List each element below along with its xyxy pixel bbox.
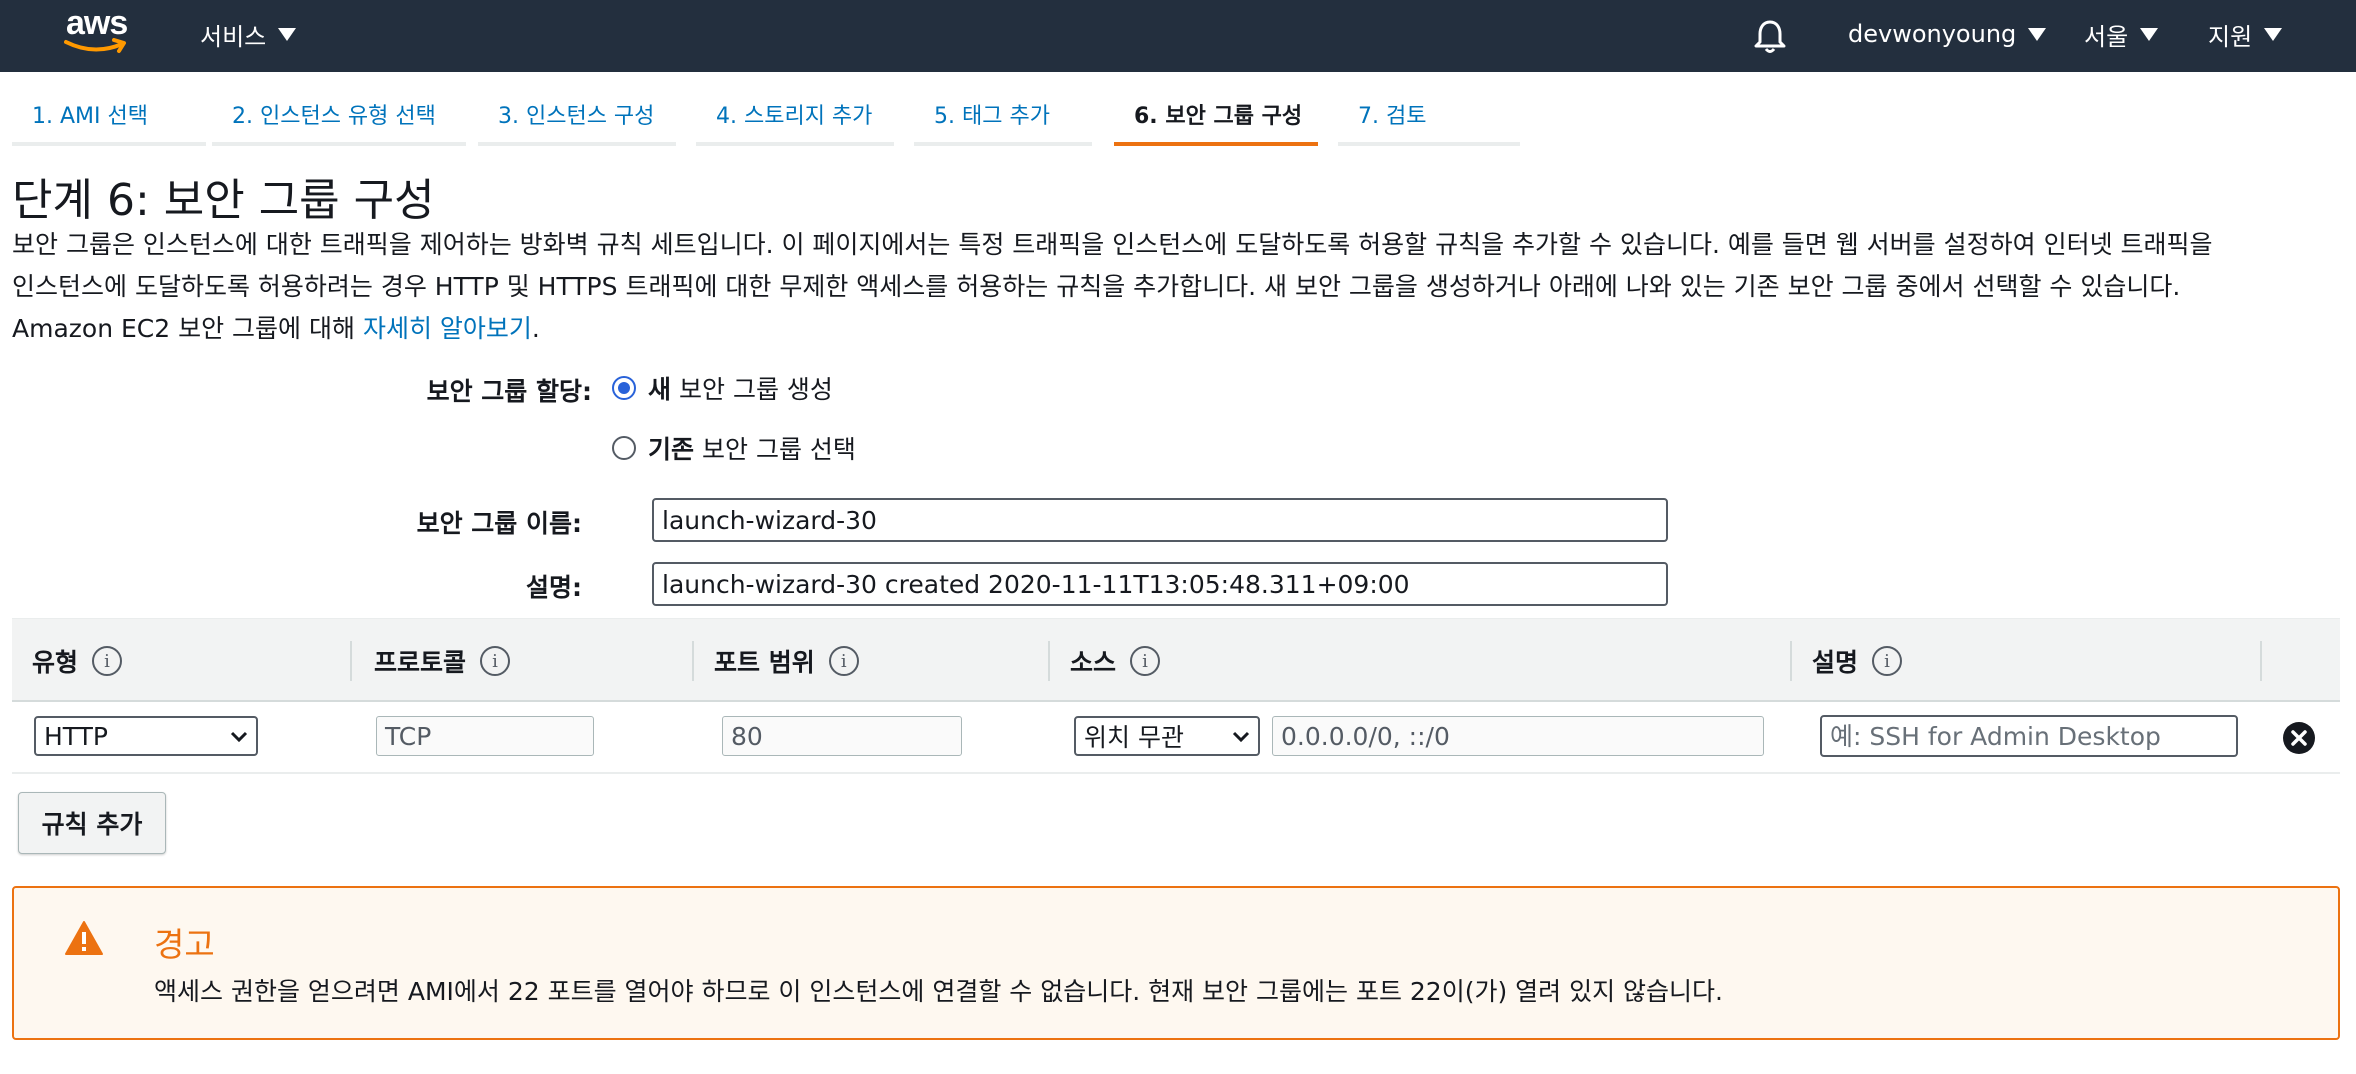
warning-message: 액세스 권한을 얻으려면 AMI에서 22 포트를 열어야 하므로 이 인스턴스… (154, 977, 1724, 1006)
services-menu[interactable]: 서비스 (200, 14, 297, 54)
protocol-value: TCP (385, 721, 432, 751)
source-type-value: 위치 무관 (1084, 723, 1184, 752)
col-description-header: 설명 i (1812, 619, 1903, 703)
top-navigation: aws 서비스 devwonyoung 서울 지원 (0, 0, 2356, 72)
description-input[interactable] (652, 562, 1668, 606)
option-select-existing-security-group[interactable]: 기존 보안 그룹 선택 (612, 430, 856, 466)
col-protocol-label: 프로토콜 (374, 648, 467, 677)
tab-review[interactable]: 7. 검토 (1338, 84, 1520, 146)
intro-line-3-text: Amazon EC2 보안 그룹에 대해 (12, 314, 363, 343)
tab-add-tags[interactable]: 5. 태그 추가 (914, 84, 1092, 146)
description-label: 설명: (526, 573, 582, 602)
option-new-text: 보안 그룹 생성 (679, 375, 833, 404)
source-type-select[interactable]: 위치 무관 (1074, 716, 1260, 756)
option-existing-text: 보안 그룹 선택 (702, 435, 856, 464)
source-cidr-value: 0.0.0.0/0, ::/0 (1281, 721, 1450, 751)
col-port-range-label: 포트 범위 (714, 648, 815, 677)
type-select-value: HTTP (44, 721, 108, 751)
warning-icon (65, 921, 103, 955)
region-menu[interactable]: 서울 (2084, 14, 2159, 54)
region-name: 서울 (2084, 22, 2129, 51)
port-range-field: 80 (722, 716, 962, 756)
tab-choose-ami[interactable]: 1. AMI 선택 (12, 84, 206, 146)
col-type-header: 유형 i (32, 619, 123, 703)
caret-down-icon (2140, 27, 2159, 41)
security-group-name-label: 보안 그룹 이름: (416, 509, 582, 538)
tab-add-storage[interactable]: 4. 스토리지 추가 (696, 84, 894, 146)
port-range-value: 80 (731, 721, 763, 751)
info-icon[interactable]: i (1872, 646, 1903, 676)
column-divider (350, 641, 352, 681)
intro-text: 보안 그룹은 인스턴스에 대한 트래픽을 제어하는 방화벽 규칙 세트입니다. … (12, 224, 2352, 350)
caret-down-icon (2028, 27, 2047, 41)
intro-line-2: 인스턴스에 도달하도록 허용하려는 경우 HTTP 및 HTTPS 트래픽에 대… (12, 272, 2181, 301)
account-name: devwonyoung (1848, 20, 2017, 48)
info-icon[interactable]: i (92, 646, 123, 676)
col-source-header: 소스 i (1070, 619, 1161, 703)
option-new-bold: 새 (648, 375, 672, 404)
intro-line-3: Amazon EC2 보안 그룹에 대해 자세히 알아보기. (12, 308, 2352, 350)
info-icon[interactable]: i (1130, 646, 1161, 676)
security-group-name-input[interactable] (652, 498, 1668, 542)
chevron-down-icon (1232, 731, 1250, 743)
tab-configure-security-group[interactable]: 6. 보안 그룹 구성 (1114, 84, 1318, 146)
info-icon[interactable]: i (480, 646, 511, 676)
chevron-down-icon (230, 731, 248, 743)
protocol-field: TCP (376, 716, 594, 756)
type-select[interactable]: HTTP (34, 716, 258, 756)
table-row: HTTP TCP 80 위치 무관 0.0.0.0/0, ::/0 (12, 702, 2340, 774)
column-divider (2260, 641, 2262, 681)
col-type-label: 유형 (32, 648, 79, 677)
rule-description-input[interactable] (1820, 715, 2238, 757)
info-icon[interactable]: i (828, 646, 859, 676)
intro-line-1: 보안 그룹은 인스턴스에 대한 트래픽을 제어하는 방화벽 규칙 세트입니다. … (12, 230, 2213, 259)
source-cidr-field[interactable]: 0.0.0.0/0, ::/0 (1272, 716, 1764, 756)
col-port-range-header: 포트 범위 i (714, 619, 859, 703)
assign-security-group-label: 보안 그룹 할당: (426, 377, 592, 406)
remove-rule-icon[interactable] (2282, 721, 2316, 755)
aws-smile-icon (64, 38, 126, 53)
warning-alert: 경고 액세스 권한을 얻으려면 AMI에서 22 포트를 열어야 하므로 이 인… (12, 886, 2340, 1040)
account-menu[interactable]: devwonyoung (1848, 14, 2047, 54)
aws-logo[interactable]: aws (64, 4, 134, 56)
wizard-steps: 1. AMI 선택 2. 인스턴스 유형 선택 3. 인스턴스 구성 4. 스토… (0, 72, 2356, 148)
page-title: 단계 6: 보안 그룹 구성 (12, 175, 435, 226)
support-label: 지원 (2208, 22, 2253, 51)
col-protocol-header: 프로토콜 i (374, 619, 511, 703)
radio-select-existing[interactable] (612, 436, 636, 460)
col-description-label: 설명 (1812, 648, 1859, 677)
bell-icon[interactable] (1752, 18, 1788, 58)
caret-down-icon (2264, 27, 2283, 41)
col-source-label: 소스 (1070, 648, 1117, 677)
column-divider (1048, 641, 1050, 681)
column-divider (692, 641, 694, 681)
caret-down-icon (278, 27, 297, 41)
option-create-new-security-group[interactable]: 새 보안 그룹 생성 (612, 370, 833, 406)
rules-table-header: 유형 i 프로토콜 i 포트 범위 i 소스 i 설명 i (12, 618, 2340, 702)
option-existing-bold: 기존 (648, 435, 695, 464)
learn-more-link[interactable]: 자세히 알아보기 (363, 314, 532, 343)
tab-configure-instance[interactable]: 3. 인스턴스 구성 (478, 84, 676, 146)
radio-create-new[interactable] (612, 376, 636, 400)
intro-period: . (531, 314, 540, 343)
tab-choose-instance-type[interactable]: 2. 인스턴스 유형 선택 (212, 84, 466, 146)
warning-title: 경고 (154, 925, 215, 964)
support-menu[interactable]: 지원 (2208, 14, 2283, 54)
add-rule-button[interactable]: 규칙 추가 (18, 792, 166, 854)
services-label: 서비스 (200, 22, 267, 51)
column-divider (1790, 641, 1792, 681)
